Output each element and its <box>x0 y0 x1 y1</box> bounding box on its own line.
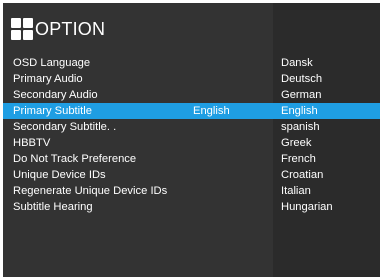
header: OPTION <box>11 16 105 42</box>
option-menu: OSD Language Primary Audio Secondary Aud… <box>3 55 273 215</box>
page-title: OPTION <box>35 18 106 39</box>
option-italian[interactable]: Italian <box>273 183 380 199</box>
option-hungarian[interactable]: Hungarian <box>273 199 380 215</box>
option-spanish[interactable]: spanish <box>273 119 380 135</box>
option-english[interactable]: English <box>273 103 380 119</box>
option-greek[interactable]: Greek <box>273 135 380 151</box>
option-croatian[interactable]: Croatian <box>273 167 380 183</box>
menu-item-label: Primary Subtitle <box>13 105 92 117</box>
menu-item-label: Unique Device IDs <box>13 169 106 181</box>
menu-item-value: English <box>193 105 230 117</box>
menu-item-subtitle-hearing[interactable]: Subtitle Hearing <box>3 199 273 215</box>
menu-item-unique-device-ids[interactable]: Unique Device IDs <box>3 167 273 183</box>
option-dansk[interactable]: Dansk <box>273 55 380 71</box>
menu-item-label: Do Not Track Preference <box>13 153 137 165</box>
four-squares-icon <box>11 18 33 40</box>
menu-item-do-not-track[interactable]: Do Not Track Preference <box>3 151 273 167</box>
option-deutsch[interactable]: Deutsch <box>273 71 380 87</box>
menu-item-label: Regenerate Unique Device IDs <box>13 185 168 197</box>
menu-item-label: Secondary Audio <box>13 89 98 101</box>
menu-item-label: Secondary Subtitle. . <box>13 121 117 133</box>
menu-item-regenerate-device-ids[interactable]: Regenerate Unique Device IDs <box>3 183 273 199</box>
menu-item-primary-audio[interactable]: Primary Audio <box>3 71 273 87</box>
tv-option-screen: OPTION OSD Language Primary Audio Second… <box>3 3 380 277</box>
option-french[interactable]: French <box>273 151 380 167</box>
menu-item-label: HBBTV <box>13 137 51 149</box>
menu-item-osd-language[interactable]: OSD Language <box>3 55 273 71</box>
option-german[interactable]: German <box>273 87 380 103</box>
menu-item-secondary-audio[interactable]: Secondary Audio <box>3 87 273 103</box>
menu-item-primary-subtitle[interactable]: Primary Subtitle English <box>3 103 273 119</box>
menu-item-secondary-subtitle[interactable]: Secondary Subtitle. . <box>3 119 273 135</box>
language-option-list: Dansk Deutsch German English spanish Gre… <box>273 55 380 215</box>
menu-item-label: Subtitle Hearing <box>13 201 93 213</box>
menu-item-hbbtv[interactable]: HBBTV <box>3 135 273 151</box>
menu-item-label: OSD Language <box>13 57 91 69</box>
menu-item-label: Primary Audio <box>13 73 83 85</box>
